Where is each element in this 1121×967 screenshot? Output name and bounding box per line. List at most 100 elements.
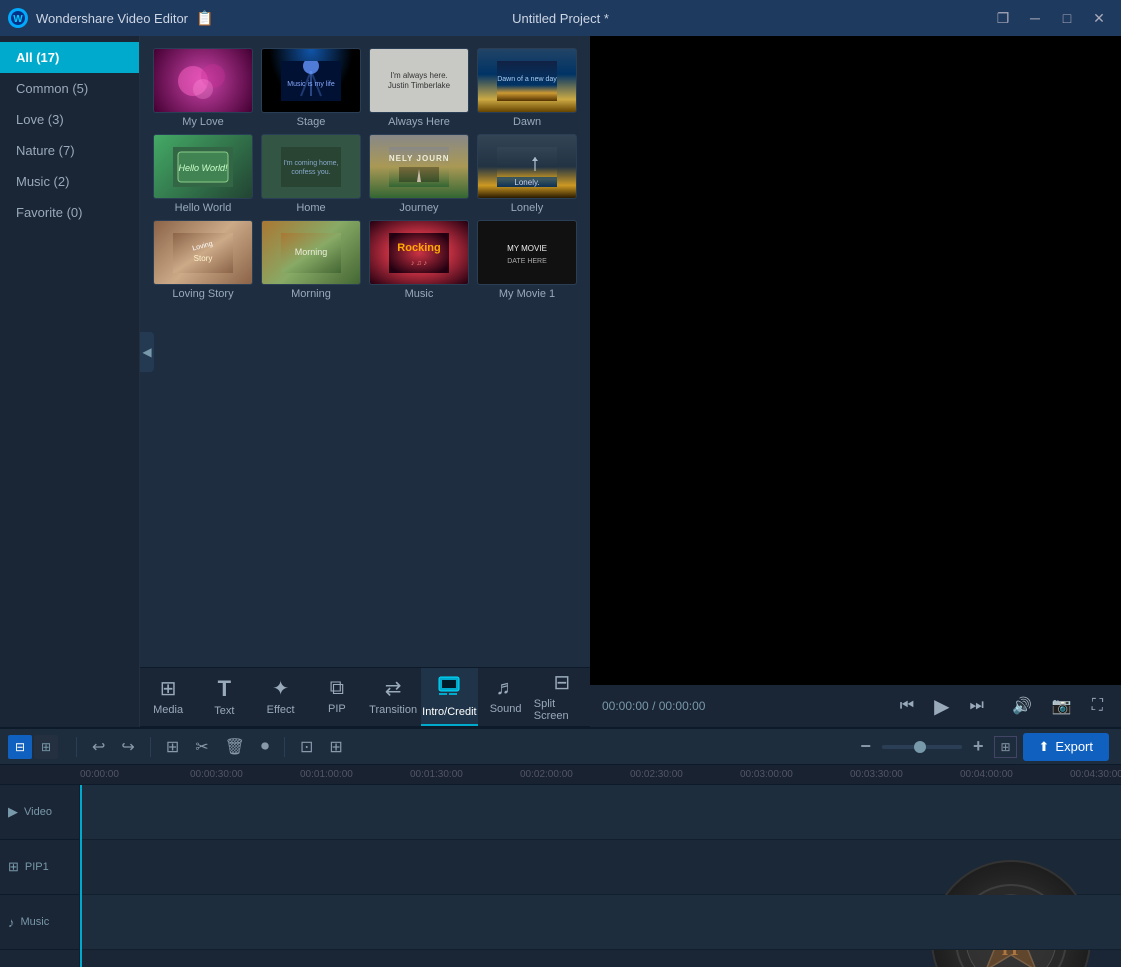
time-display: 00:00:00 / 00:00:00 (602, 699, 705, 713)
preview-controls: 00:00:00 / 00:00:00 ⏮ ▶ ⏭ 🔊 📷 ⛶ (590, 685, 1121, 727)
thumb-label-mymovie: My Movie 1 (499, 288, 555, 300)
view-timeline-button[interactable]: ⊞ (34, 735, 58, 759)
fit-all-button[interactable]: ⊞ (994, 736, 1016, 758)
category-common[interactable]: Common (5) (0, 73, 139, 104)
thumb-label-home: Home (296, 202, 325, 214)
undo-button[interactable]: ↩ (87, 734, 110, 760)
track-label-pip1-text: PIP1 (25, 861, 49, 873)
collapse-button[interactable]: ◀ (140, 332, 154, 372)
export-icon: ⬆ (1039, 739, 1050, 755)
ruler-mark-5: 00:02:30:00 (630, 769, 740, 780)
thumb-label-stage: Stage (297, 116, 326, 128)
tool-split-screen[interactable]: ⊟ Split Screen (534, 668, 590, 726)
add-media-button[interactable]: ⊞ (161, 734, 184, 760)
tool-text[interactable]: T Text (196, 668, 252, 726)
thumb-helloworld[interactable]: Hello World! Hello World (152, 134, 254, 214)
zoom-controls: − + ⊞ (855, 733, 1016, 760)
thumb-dawn[interactable]: Dawn of a new day Dawn (476, 48, 578, 128)
left-panel: All (17) Common (5) Love (3) Nature (7) … (0, 36, 140, 727)
svg-text:Morning: Morning (295, 247, 328, 257)
step-back-button[interactable]: ⏮ (894, 693, 920, 719)
thumb-lovingstory[interactable]: Loving Story Loving Story (152, 220, 254, 300)
time-current: 00:00:00 (602, 699, 649, 713)
export-label: Export (1055, 739, 1093, 754)
thumb-label-dawn: Dawn (513, 116, 541, 128)
thumb-label-helloworld: Hello World (175, 202, 232, 214)
volume-button[interactable]: 🔊 (1006, 692, 1038, 720)
thumb-label-alwayshere: Always Here (388, 116, 450, 128)
step-forward-button[interactable]: ⏭ (964, 693, 990, 719)
snapshot-button[interactable]: 📷 (1046, 692, 1078, 720)
export-button[interactable]: ⬆ Export (1023, 733, 1109, 761)
zoom-thumb[interactable] (914, 741, 926, 753)
thumb-music[interactable]: Rocking ♪ ♫ ♪ Music (368, 220, 470, 300)
tool-pip-label: PIP (328, 703, 346, 715)
thumb-mymovie[interactable]: MY MOVIE DATE HERE My Movie 1 (476, 220, 578, 300)
category-nature[interactable]: Nature (7) (0, 135, 139, 166)
tool-effect-label: Effect (267, 704, 295, 716)
sound-icon: ♬ (496, 677, 516, 700)
view-storyboard-button[interactable]: ⊟ (8, 735, 32, 759)
playhead[interactable] (80, 785, 82, 967)
view-toggle: ⊟ ⊞ (8, 735, 58, 759)
tool-split-screen-label: Split Screen (534, 698, 590, 722)
thumb-img-dawn: Dawn of a new day (477, 48, 577, 113)
maximize-button[interactable]: □ (1053, 8, 1081, 28)
ruler-mark-7: 00:03:30:00 (850, 769, 960, 780)
category-all[interactable]: All (17) (0, 42, 139, 73)
thumb-journey[interactable]: LONELY JOURNEY Journey (368, 134, 470, 214)
cut-button[interactable]: ✂ (190, 734, 213, 760)
play-button[interactable]: ▶ (928, 690, 955, 723)
redo-button[interactable]: ↪ (116, 734, 139, 760)
timeline-ruler: 00:00:00 00:00:30:00 00:01:00:00 00:01:3… (0, 765, 1121, 785)
fit-button[interactable]: ⊡ (295, 734, 318, 760)
window-title: Untitled Project * (512, 11, 609, 26)
delete-button[interactable]: 🗑 (220, 734, 250, 760)
svg-text:Story: Story (194, 254, 213, 263)
ruler-mark-3: 00:01:30:00 (410, 769, 520, 780)
project-icon[interactable]: 📋 (196, 10, 213, 27)
intro-credit-icon (437, 675, 461, 703)
thumb-mylove[interactable]: My Love (152, 48, 254, 128)
zoom-slider[interactable] (882, 745, 962, 749)
svg-text:Rocking: Rocking (397, 242, 440, 254)
close-button[interactable]: ✕ (1085, 8, 1113, 28)
record-button[interactable]: ⏺ (256, 735, 274, 759)
category-love[interactable]: Love (3) (0, 104, 139, 135)
zoom-out-button[interactable]: − (855, 733, 876, 760)
thumb-img-lovingstory: Loving Story (153, 220, 253, 285)
svg-text:♪ ♫ ♪: ♪ ♫ ♪ (411, 260, 427, 267)
effect-icon: ✦ (272, 676, 289, 701)
more-button[interactable]: ⊞ (324, 734, 347, 760)
window-controls: ❐ ─ □ ✕ (989, 8, 1113, 28)
svg-text:DATE HERE: DATE HERE (507, 258, 547, 265)
tool-text-label: Text (214, 705, 234, 717)
time-total: 00:00:00 (659, 699, 706, 713)
thumb-alwayshere[interactable]: I'm always here.Justin Timberlake Always… (368, 48, 470, 128)
restore-button[interactable]: ❐ (989, 8, 1017, 28)
tool-sound[interactable]: ♬ Sound (478, 668, 534, 726)
thumb-home[interactable]: I'm coming home, confess you. Home (260, 134, 362, 214)
fullscreen-button[interactable]: ⛶ (1086, 693, 1109, 719)
thumb-morning[interactable]: Morning Morning (260, 220, 362, 300)
tool-pip[interactable]: ⧉ PIP (309, 668, 365, 726)
category-favorite[interactable]: Favorite (0) (0, 197, 139, 228)
tool-transition[interactable]: ⇄ Transition (365, 668, 421, 726)
main-layout: All (17) Common (5) Love (3) Nature (7) … (0, 36, 1121, 727)
tool-intro-credit[interactable]: Intro/Credit (421, 668, 477, 726)
thumb-img-alwayshere: I'm always here.Justin Timberlake (369, 48, 469, 113)
track-labels: ▶ Video ⊞ PIP1 ♪ Music (0, 785, 80, 967)
svg-text:LONELY JOURNEY: LONELY JOURNEY (389, 154, 449, 163)
minimize-button[interactable]: ─ (1021, 8, 1049, 28)
tool-effect[interactable]: ✦ Effect (253, 668, 309, 726)
music-track-row (80, 895, 1121, 950)
category-music[interactable]: Music (2) (0, 166, 139, 197)
tool-media[interactable]: ⊞ Media (140, 668, 196, 726)
ruler-mark-6: 00:03:00:00 (740, 769, 850, 780)
zoom-in-button[interactable]: + (968, 733, 989, 760)
ruler-mark-8: 00:04:00:00 (960, 769, 1070, 780)
tool-sound-label: Sound (490, 703, 522, 715)
thumb-lonely[interactable]: Lonely. Lonely (476, 134, 578, 214)
video-track-icon: ▶ (8, 804, 18, 820)
thumb-stage[interactable]: Music is my life Stage (260, 48, 362, 128)
